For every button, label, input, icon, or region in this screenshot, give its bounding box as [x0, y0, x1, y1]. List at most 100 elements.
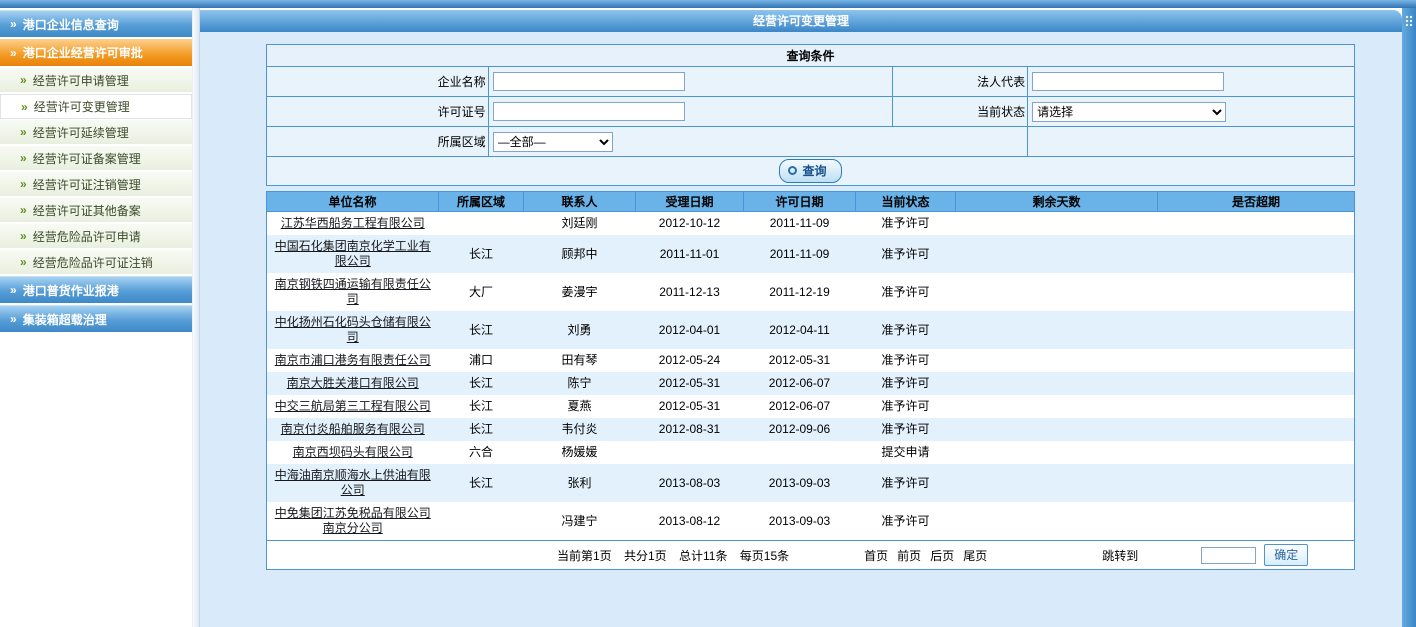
license-no-input[interactable]	[493, 102, 685, 121]
page-layout: »港口企业信息查询»港口企业经营许可审批»经营许可申请管理»经营许可变更管理»经…	[0, 8, 1416, 627]
accept-date-cell: 2013-08-12	[636, 502, 744, 541]
column-header-accept-date: 受理日期	[636, 192, 744, 212]
empty-form-cell	[1028, 127, 1355, 157]
region-cell: 大厂	[439, 273, 524, 311]
accept-date-cell: 2011-12-13	[636, 273, 744, 311]
table-row: 南京大胜关港口有限公司长江陈宁2012-05-312012-06-07准予许可	[267, 372, 1355, 395]
sidebar-item[interactable]: »集装箱超载治理	[0, 305, 192, 332]
sidebar-item[interactable]: »经营许可延续管理	[0, 120, 192, 145]
double-arrow-icon: »	[20, 255, 27, 269]
company-name-link[interactable]: 中国石化集团南京化学工业有限公司	[275, 239, 431, 268]
company-name-link[interactable]: 中交三航局第三工程有限公司	[275, 399, 431, 413]
double-arrow-icon: »	[20, 151, 27, 165]
content-panel: 查询条件 企业名称 法人代表	[266, 44, 1355, 570]
sidebar-item[interactable]: »港口普货作业报港	[0, 276, 192, 303]
license-no-label: 许可证号	[267, 97, 489, 127]
region-select[interactable]: —全部—	[493, 132, 613, 152]
accept-date-cell: 2012-05-24	[636, 349, 744, 372]
pagination-nav: 首页 前页 后页 尾页	[864, 547, 987, 564]
sidebar-splitter[interactable]	[192, 8, 200, 627]
first-page-link[interactable]: 首页	[864, 547, 888, 564]
license-date-cell: 2011-11-09	[744, 212, 856, 236]
sidebar-item[interactable]: »经营许可变更管理	[0, 94, 192, 119]
accept-date-cell: 2012-04-01	[636, 311, 744, 349]
next-page-link[interactable]: 后页	[930, 547, 954, 564]
query-button-row: 查询	[267, 157, 1355, 186]
days-left-cell	[956, 395, 1158, 418]
sidebar-item[interactable]: »经营许可申请管理	[0, 68, 192, 93]
days-left-cell	[956, 464, 1158, 502]
query-form-row: 许可证号 当前状态 请选择	[267, 97, 1355, 127]
confirm-button[interactable]: 确定	[1264, 544, 1308, 566]
region-cell: 长江	[439, 311, 524, 349]
sidebar-item[interactable]: »经营危险品许可证注销	[0, 250, 192, 275]
sidebar-item-label: 经营危险品许可申请	[33, 228, 141, 245]
company-name-link[interactable]: 南京钢铁四通运输有限责任公司	[275, 277, 431, 306]
days-left-cell	[956, 372, 1158, 395]
company-name-link[interactable]: 中化扬州石化码头仓储有限公司	[275, 315, 431, 344]
overdue-cell	[1158, 464, 1355, 502]
days-left-cell	[956, 235, 1158, 273]
region-cell	[439, 212, 524, 236]
legal-person-input[interactable]	[1032, 72, 1224, 91]
contact-cell: 顾邦中	[524, 235, 636, 273]
results-table-body: 江苏华西船务工程有限公司刘廷刚2012-10-122011-11-09准予许可中…	[267, 212, 1355, 541]
sidebar-item[interactable]: »经营许可证备案管理	[0, 146, 192, 171]
double-arrow-icon: »	[21, 100, 28, 114]
company-name-link[interactable]: 南京市浦口港务有限责任公司	[275, 353, 431, 367]
company-name-link[interactable]: 南京西坝码头有限公司	[293, 445, 413, 459]
sidebar-item[interactable]: »经营危险品许可申请	[0, 224, 192, 249]
sidebar-item[interactable]: »港口企业经营许可审批	[0, 39, 192, 66]
overdue-cell	[1158, 235, 1355, 273]
company-name-link[interactable]: 中免集团江苏免税品有限公司南京分公司	[275, 506, 431, 535]
overdue-cell	[1158, 212, 1355, 236]
current-status-select[interactable]: 请选择	[1032, 102, 1226, 122]
current-status-label: 当前状态	[893, 97, 1028, 127]
status-cell: 准予许可	[856, 372, 956, 395]
license-date-cell: 2012-06-07	[744, 372, 856, 395]
overdue-cell	[1158, 372, 1355, 395]
jump-to-label: 跳转到	[1102, 547, 1138, 564]
last-page-link[interactable]: 尾页	[963, 547, 987, 564]
double-arrow-icon: »	[10, 46, 17, 60]
legal-person-label: 法人代表	[893, 67, 1028, 97]
company-name-link[interactable]: 南京付炎船舶服务有限公司	[281, 422, 425, 436]
overdue-cell	[1158, 349, 1355, 372]
company-name-link[interactable]: 南京大胜关港口有限公司	[287, 376, 419, 390]
sidebar-item[interactable]: »经营许可证其他备案	[0, 198, 192, 223]
status-cell: 准予许可	[856, 349, 956, 372]
table-row: 南京市浦口港务有限责任公司浦口田有琴2012-05-242012-05-31准予…	[267, 349, 1355, 372]
table-row: 中免集团江苏免税品有限公司南京分公司冯建宁2013-08-122013-09-0…	[267, 502, 1355, 541]
prev-page-link[interactable]: 前页	[897, 547, 921, 564]
license-date-cell: 2012-05-31	[744, 349, 856, 372]
unit-name-cell: 中化扬州石化码头仓储有限公司	[267, 311, 439, 349]
region-cell: 浦口	[439, 349, 524, 372]
overdue-cell	[1158, 441, 1355, 464]
license-date-cell: 2013-09-03	[744, 502, 856, 541]
sidebar-item[interactable]: »经营许可证注销管理	[0, 172, 192, 197]
sidebar-item[interactable]: »港口企业信息查询	[0, 10, 192, 37]
legal-person-field-cell	[1028, 67, 1355, 97]
status-cell: 准予许可	[856, 235, 956, 273]
unit-name-cell: 中海油南京顺海水上供油有限公司	[267, 464, 439, 502]
jump-page-input[interactable]	[1201, 547, 1256, 564]
contact-cell: 姜漫宇	[524, 273, 636, 311]
license-date-cell	[744, 441, 856, 464]
double-arrow-icon: »	[10, 283, 17, 297]
contact-cell: 田有琴	[524, 349, 636, 372]
table-row: 江苏华西船务工程有限公司刘廷刚2012-10-122011-11-09准予许可	[267, 212, 1355, 236]
company-name-input[interactable]	[493, 72, 685, 91]
contact-cell: 陈宁	[524, 372, 636, 395]
region-cell: 六合	[439, 441, 524, 464]
company-name-label: 企业名称	[267, 67, 489, 97]
status-cell: 准予许可	[856, 212, 956, 236]
region-cell: 长江	[439, 464, 524, 502]
company-name-link[interactable]: 中海油南京顺海水上供油有限公司	[275, 468, 431, 497]
main-area: 经营许可变更管理 查询条件 企业名称	[200, 8, 1402, 627]
accept-date-cell	[636, 441, 744, 464]
contact-cell: 刘勇	[524, 311, 636, 349]
company-name-link[interactable]: 江苏华西船务工程有限公司	[281, 216, 425, 230]
status-cell: 准予许可	[856, 395, 956, 418]
accept-date-cell: 2012-10-12	[636, 212, 744, 236]
search-button[interactable]: 查询	[779, 159, 841, 183]
